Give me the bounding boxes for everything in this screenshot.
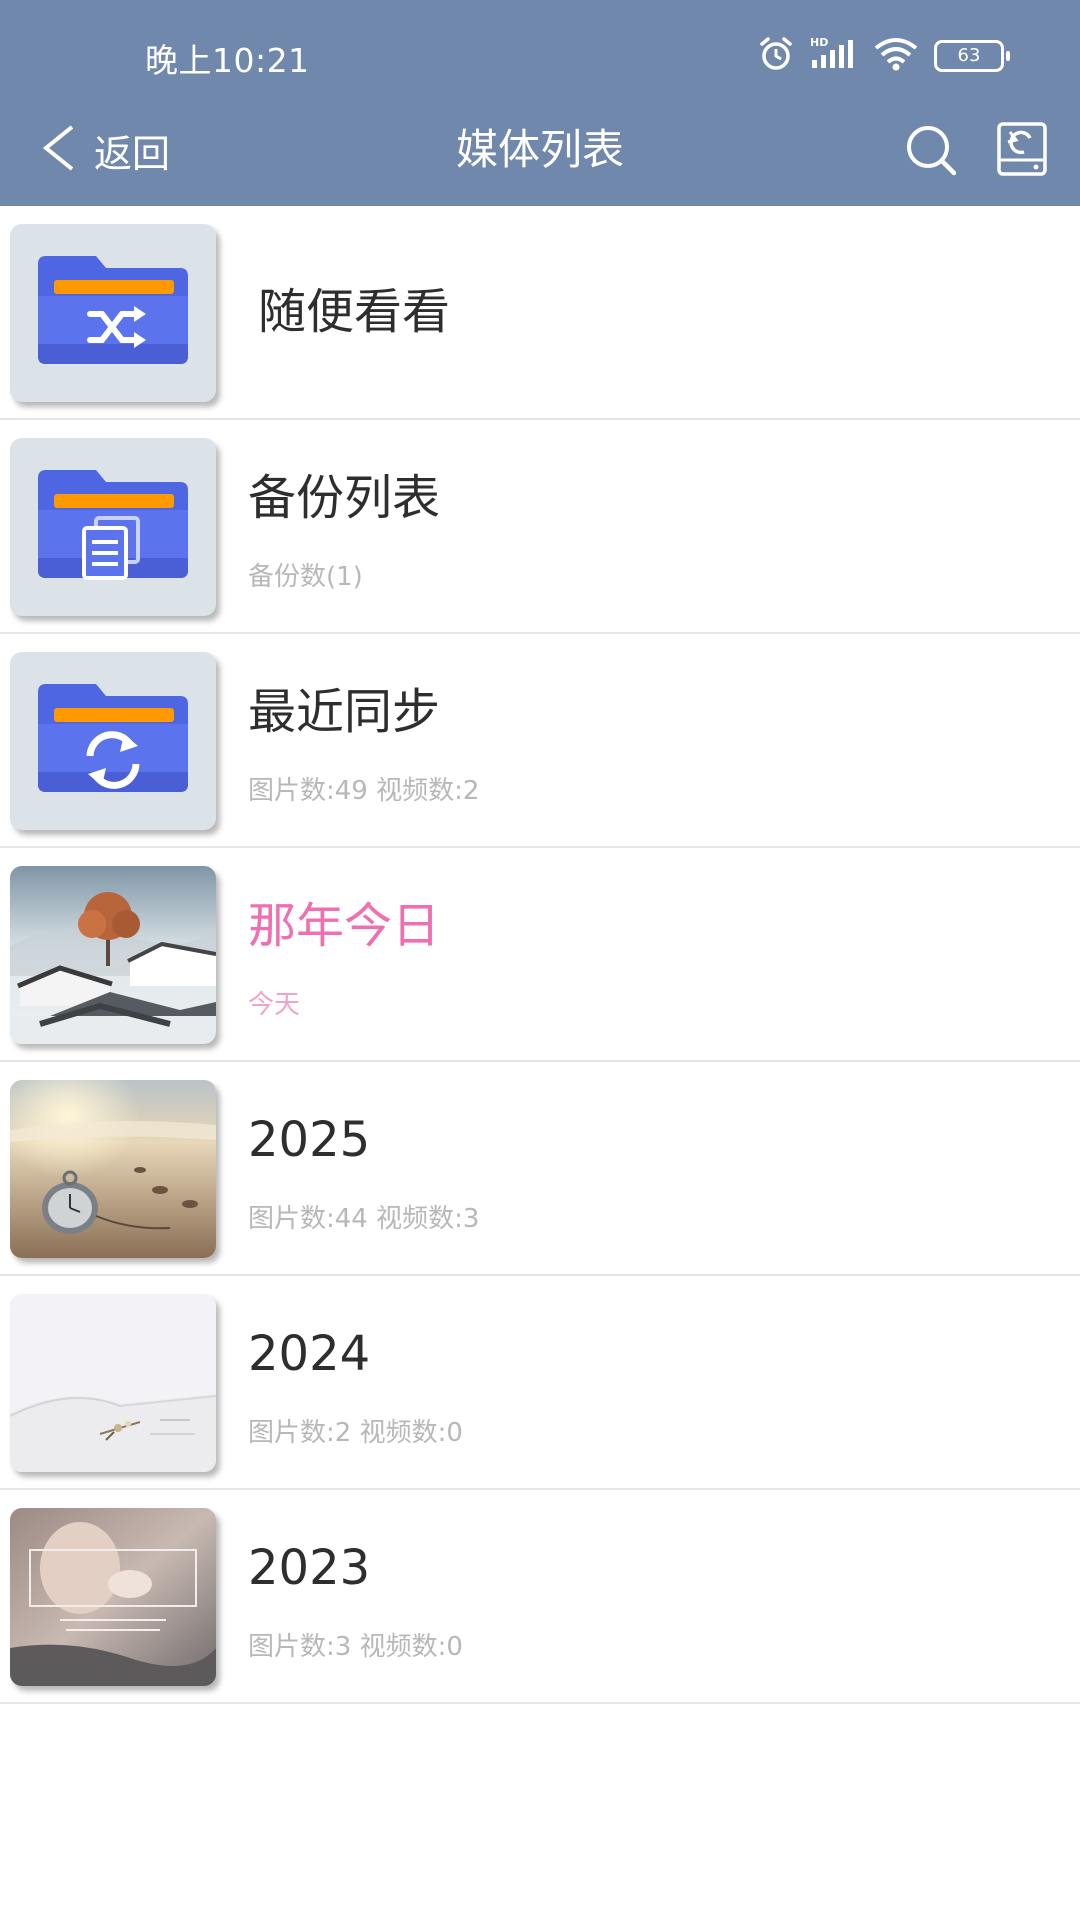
nav-bar: 返回 媒体列表 — [0, 100, 1080, 206]
item-subtitle: 今天 — [248, 990, 301, 1020]
item-title: 2024 — [248, 1326, 371, 1382]
restore-icon — [994, 122, 1052, 186]
misty-village-photo — [10, 866, 216, 1044]
item-subtitle: 图片数:2 视频数:0 — [248, 1418, 463, 1448]
list-item-random[interactable]: 随便看看 — [0, 206, 1080, 420]
restore-button[interactable] — [994, 118, 1052, 182]
wifi-icon — [872, 36, 920, 76]
item-title: 备份列表 — [248, 470, 441, 526]
item-title: 最近同步 — [248, 684, 441, 740]
item-title: 2025 — [248, 1112, 371, 1168]
item-title: 那年今日 — [248, 898, 441, 954]
portrait-card-photo — [10, 1508, 216, 1686]
search-icon — [902, 126, 962, 184]
status-icons: HD 63 — [756, 34, 1010, 78]
status-time: 晚上10:21 — [145, 41, 310, 80]
list-item-2024[interactable]: 2024 图片数:2 视频数:0 — [0, 1276, 1080, 1490]
list-item-2023[interactable]: 2023 图片数:3 视频数:0 — [0, 1490, 1080, 1704]
item-subtitle: 图片数:49 视频数:2 — [248, 776, 480, 806]
item-subtitle: 图片数:3 视频数:0 — [248, 1632, 463, 1662]
app-header: 晚上10:21 HD 63 返回 媒体列表 — [0, 0, 1080, 206]
shuffle-folder-icon — [10, 224, 216, 402]
item-title: 随便看看 — [258, 284, 451, 340]
status-bar: 晚上10:21 HD 63 — [0, 0, 1080, 100]
item-subtitle: 图片数:44 视频数:3 — [248, 1204, 480, 1234]
search-button[interactable] — [902, 120, 962, 180]
item-subtitle: 备份数(1) — [248, 562, 363, 592]
sync-folder-icon — [10, 652, 216, 830]
list-item-2025[interactable]: 2025 图片数:44 视频数:3 — [0, 1062, 1080, 1276]
hd-signal-icon: HD — [810, 36, 858, 76]
battery-icon: 63 — [934, 40, 1010, 72]
copy-folder-icon — [10, 438, 216, 616]
list-item-recent-sync[interactable]: 最近同步 图片数:49 视频数:2 — [0, 634, 1080, 848]
open-book-photo — [10, 1294, 216, 1472]
svg-text:HD: HD — [810, 36, 828, 49]
media-list: 随便看看 备份列表 备份数(1) 最近同步 图片数:49 视频数:2 那年今日 … — [0, 206, 1080, 1704]
alarm-icon — [756, 34, 796, 78]
beach-pocket-watch-photo — [10, 1080, 216, 1258]
list-item-backup[interactable]: 备份列表 备份数(1) — [0, 420, 1080, 634]
list-item-on-this-day[interactable]: 那年今日 今天 — [0, 848, 1080, 1062]
item-title: 2023 — [248, 1540, 371, 1596]
